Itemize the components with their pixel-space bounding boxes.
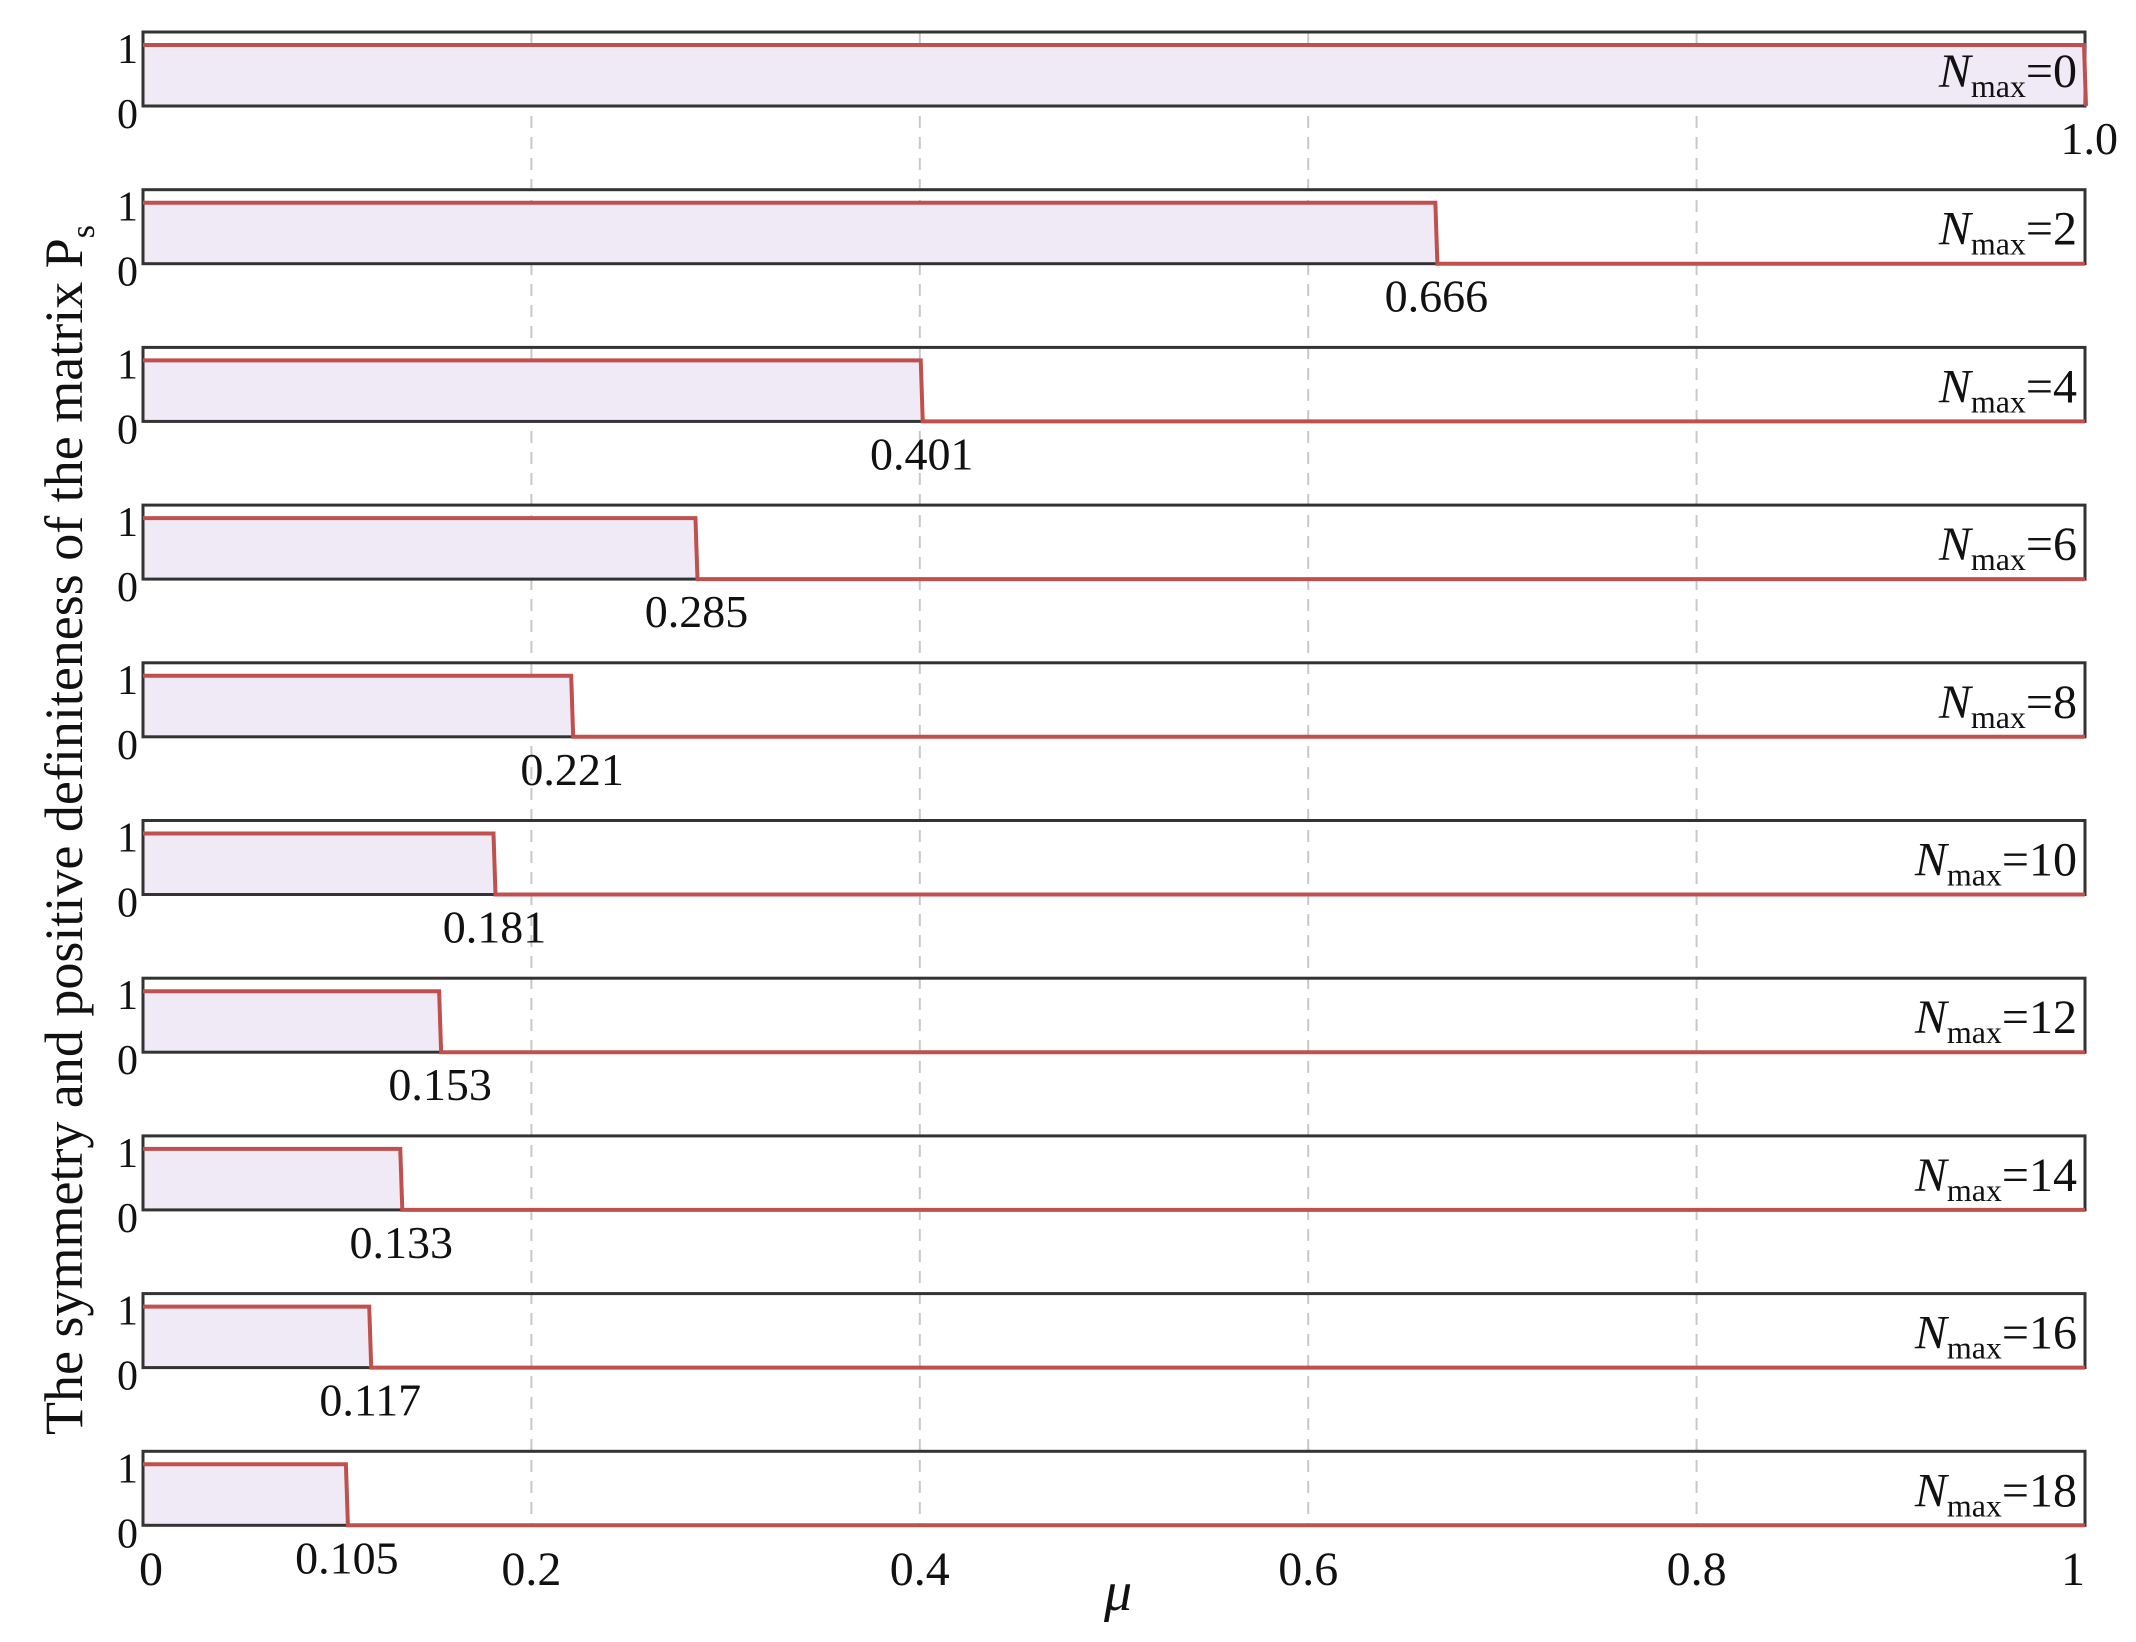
threshold-label: 0.666 bbox=[1385, 271, 1489, 322]
y-tick-label-0: 0 bbox=[117, 407, 138, 453]
threshold-label: 0.117 bbox=[319, 1375, 421, 1426]
threshold-label: 1.0 bbox=[2061, 113, 2119, 164]
x-tick-label: 0.6 bbox=[1278, 1543, 1338, 1596]
y-tick-label-1: 1 bbox=[117, 973, 138, 1019]
threshold-label: 0.221 bbox=[520, 744, 624, 795]
y-tick-label-0: 0 bbox=[117, 250, 138, 296]
y-tick-label-1: 1 bbox=[117, 1289, 138, 1335]
step-chart: 10Nmax=01.010Nmax=20.66610Nmax=40.40110N… bbox=[34, 27, 2118, 1623]
filled-region bbox=[143, 1148, 402, 1210]
y-tick-label-1: 1 bbox=[117, 1131, 138, 1177]
panel: 1 0 Nmax=4 0.401 bbox=[117, 342, 2087, 479]
x-tick-label: 0.4 bbox=[890, 1543, 950, 1596]
y-tick-label-0: 0 bbox=[117, 1196, 138, 1242]
y-tick-label-1: 1 bbox=[117, 27, 138, 73]
filled-region bbox=[143, 202, 1437, 264]
panel-label: Nmax=2 bbox=[1938, 203, 2077, 262]
panel: 1 0 Nmax=16 0.117 bbox=[117, 1289, 2087, 1426]
threshold-label: 0.401 bbox=[870, 428, 974, 479]
panel: 1 0 Nmax=6 0.285 bbox=[117, 500, 2087, 637]
y-axis-label: The symmetry and positive definiteness o… bbox=[34, 225, 102, 1435]
y-tick-label-0: 0 bbox=[117, 1038, 138, 1084]
panel: 10Nmax=01.0 bbox=[117, 27, 2118, 164]
filled-region bbox=[143, 360, 922, 422]
y-axis-label-subscript: s bbox=[65, 225, 102, 238]
panel-label: Nmax=16 bbox=[1914, 1307, 2077, 1366]
panel: 1 0 Nmax=18 0.105 bbox=[117, 1446, 2087, 1583]
y-tick-label-1: 1 bbox=[117, 816, 138, 862]
filled-region bbox=[143, 45, 2085, 106]
y-tick-label-0: 0 bbox=[117, 1354, 138, 1400]
y-tick-label-0: 0 bbox=[117, 565, 138, 611]
x-tick-label: 1 bbox=[2061, 1543, 2085, 1596]
panel-label: Nmax=10 bbox=[1914, 834, 2077, 893]
y-tick-label-0: 0 bbox=[117, 92, 138, 138]
panel-label: Nmax=8 bbox=[1938, 676, 2077, 735]
step-line bbox=[143, 1146, 2085, 1212]
y-tick-label-1: 1 bbox=[117, 342, 138, 388]
x-tick-label: 0.8 bbox=[1667, 1543, 1727, 1596]
panel-frame bbox=[141, 1134, 2087, 1212]
threshold-label: 0.105 bbox=[295, 1532, 399, 1583]
panels: 10Nmax=01.010Nmax=20.66610Nmax=40.40110N… bbox=[117, 27, 2118, 1583]
x-axis-label: μ bbox=[1103, 1561, 1132, 1623]
panel-frame bbox=[141, 1292, 2087, 1370]
panel-label: Nmax=14 bbox=[1914, 1149, 2077, 1208]
y-tick-label-1: 1 bbox=[117, 1446, 138, 1492]
filled-region bbox=[143, 1464, 347, 1526]
y-tick-label-1: 1 bbox=[117, 500, 138, 546]
y-tick-label-1: 1 bbox=[117, 185, 138, 231]
panel: 1 0 Nmax=8 0.221 bbox=[117, 658, 2087, 795]
panel: 1 0 Nmax=10 0.181 bbox=[117, 816, 2087, 953]
panel: 1 0 Nmax=2 0.666 bbox=[117, 185, 2087, 322]
filled-region bbox=[143, 518, 697, 580]
filled-region bbox=[143, 675, 573, 737]
panel-label: Nmax=12 bbox=[1914, 991, 2077, 1050]
panel: 1 0 Nmax=14 0.133 bbox=[117, 1131, 2087, 1268]
x-tick-label: 0.2 bbox=[501, 1543, 561, 1596]
y-tick-label-0: 0 bbox=[117, 1511, 138, 1557]
threshold-label: 0.133 bbox=[350, 1217, 454, 1268]
threshold-label: 0.285 bbox=[645, 586, 749, 637]
panel-label: Nmax=4 bbox=[1938, 360, 2077, 419]
filled-region bbox=[143, 991, 441, 1053]
step-line bbox=[143, 1304, 2085, 1370]
panel-label: Nmax=6 bbox=[1938, 518, 2077, 577]
y-tick-label-1: 1 bbox=[117, 658, 138, 704]
y-tick-label-0: 0 bbox=[117, 723, 138, 769]
panel-frame bbox=[141, 1449, 2087, 1527]
panel-label: Nmax=18 bbox=[1914, 1464, 2077, 1523]
step-line bbox=[143, 1462, 2085, 1528]
filled-region bbox=[143, 1306, 371, 1368]
x-tick-label: 0 bbox=[139, 1543, 163, 1596]
filled-region bbox=[143, 833, 495, 895]
threshold-label: 0.153 bbox=[388, 1059, 492, 1110]
panel: 1 0 Nmax=12 0.153 bbox=[117, 973, 2087, 1110]
threshold-label: 0.181 bbox=[443, 902, 547, 953]
y-tick-label-0: 0 bbox=[117, 881, 138, 927]
